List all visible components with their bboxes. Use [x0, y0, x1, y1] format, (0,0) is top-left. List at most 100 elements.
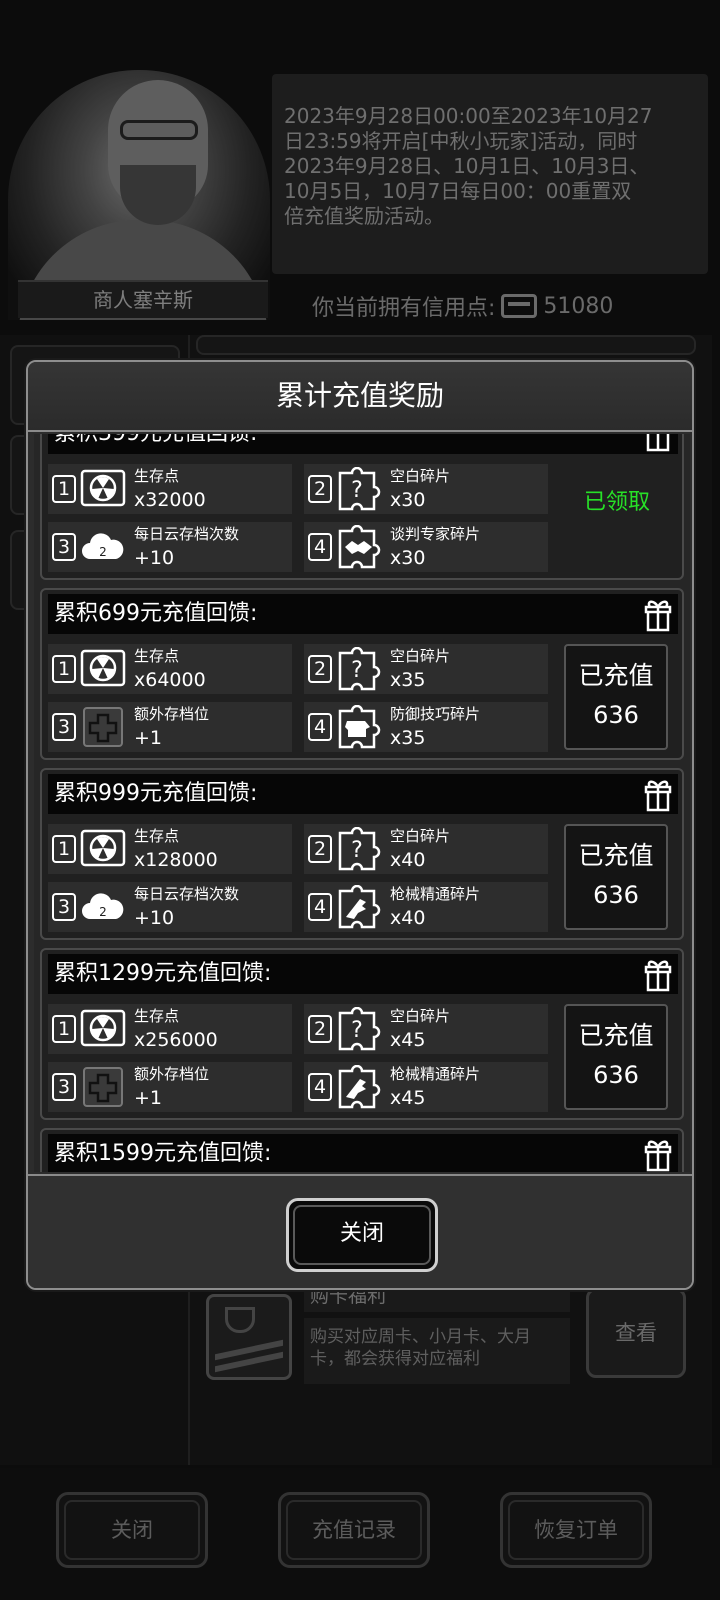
gift-icon[interactable]	[644, 434, 672, 452]
gun-puzzle-icon	[338, 885, 381, 929]
blank-puzzle-icon: ?	[338, 467, 381, 511]
item-quantity: +10	[134, 907, 175, 929]
credit-card-icon	[501, 294, 538, 318]
credit-display: 你当前拥有信用点: 51080	[312, 290, 613, 322]
plus-slot-icon	[83, 707, 123, 747]
svg-text:?: ?	[351, 658, 363, 683]
item-name: 谈判专家碎片	[390, 525, 481, 543]
svg-text:?: ?	[351, 838, 363, 863]
notice-line: 日23:59将开启[中秋小玩家]活动，同时	[284, 129, 638, 153]
cloud-save-icon: 2	[82, 533, 124, 559]
claimed-status: 已领取	[583, 490, 650, 515]
item-quantity: +1	[134, 1087, 163, 1109]
item-index: 2	[308, 1015, 332, 1043]
item-index: 2	[308, 835, 332, 863]
tier-card: 累积1299元充值回馈: 1 生存点 x256000 2 ? 空白碎片 x45 …	[40, 948, 684, 1120]
item-quantity: x256000	[134, 1029, 218, 1051]
item-quantity: +1	[134, 727, 163, 749]
view-button[interactable]: 查看	[586, 1288, 686, 1378]
item-name: 枪械精通碎片	[390, 885, 481, 903]
item-index: 2	[308, 655, 332, 683]
reward-item: 4 谈判专家碎片 x30	[304, 522, 548, 572]
blank-puzzle-icon: ?	[338, 1007, 381, 1051]
item-name: 额外存档位	[134, 1065, 210, 1083]
recharge-history-button[interactable]: 充值记录	[278, 1492, 430, 1568]
item-index: 3	[52, 533, 76, 561]
reward-item: 3 2 每日云存档次数 +10	[48, 882, 292, 932]
item-index: 3	[52, 713, 76, 741]
defense-puzzle-icon	[338, 705, 381, 749]
modal-footer: 关闭	[28, 1174, 692, 1288]
status-amount: 636	[593, 881, 639, 909]
reward-item: 2 ? 空白碎片 x45	[304, 1004, 548, 1054]
svg-text:?: ?	[351, 1018, 363, 1043]
reward-item: 1 生存点 x128000	[48, 824, 292, 874]
item-index: 1	[52, 475, 76, 503]
reward-item: 4 防御技巧碎片 x35	[304, 702, 548, 752]
tier-card: 累积1599元充值回馈:	[40, 1128, 684, 1172]
item-name: 每日云存档次数	[134, 885, 240, 903]
item-name: 额外存档位	[134, 705, 210, 723]
item-index: 4	[308, 533, 332, 561]
tier-title: 累积399元充值回馈:	[54, 434, 257, 454]
item-quantity: x30	[390, 547, 426, 569]
tier-header: 累积1599元充值回馈:	[48, 1134, 678, 1172]
item-quantity: x45	[390, 1087, 426, 1109]
radiation-icon	[80, 829, 126, 867]
cumulative-recharge-modal: 累计充值奖励 累积399元充值回馈: 1 生存点 x32000 2 ? 空白碎片…	[26, 360, 694, 1290]
reward-item: 4 枪械精通碎片 x40	[304, 882, 548, 932]
status-label: 已充值	[578, 841, 654, 870]
item-index: 3	[52, 1073, 76, 1101]
reward-item: 2 ? 空白碎片 x35	[304, 644, 548, 694]
svg-text:?: ?	[351, 478, 363, 503]
status-label: 已充值	[578, 1021, 654, 1050]
notice-line: 倍充值奖励活动。	[284, 204, 444, 228]
item-name: 生存点	[134, 467, 180, 485]
restore-order-button[interactable]: 恢复订单	[500, 1492, 652, 1568]
item-quantity: x128000	[134, 849, 218, 871]
item-index: 1	[52, 835, 76, 863]
item-index: 1	[52, 655, 76, 683]
tier-card: 累积699元充值回馈: 1 生存点 x64000 2 ? 空白碎片 x35 3 …	[40, 588, 684, 760]
radiation-icon	[80, 1009, 126, 1047]
item-index: 4	[308, 713, 332, 741]
tier-card: 累积399元充值回馈: 1 生存点 x32000 2 ? 空白碎片 x30 3 …	[40, 434, 684, 580]
item-name: 枪械精通碎片	[390, 1065, 481, 1083]
svg-text:2: 2	[99, 545, 107, 559]
notice-line: 10月5日，10月7日每日00：00重置双	[284, 179, 632, 203]
item-quantity: x64000	[134, 669, 206, 691]
promo-desc-line: 购买对应周卡、小月卡、大月	[310, 1327, 531, 1347]
gift-icon[interactable]	[644, 1138, 672, 1172]
tier-title: 累积1599元充值回馈:	[54, 1141, 272, 1166]
item-quantity: x35	[390, 669, 426, 691]
tier-card: 累积999元充值回馈: 1 生存点 x128000 2 ? 空白碎片 x40 3…	[40, 768, 684, 940]
tier-header: 累积699元充值回馈:	[48, 594, 678, 634]
radiation-icon	[80, 649, 126, 687]
recharged-status: 已充值 636	[564, 824, 668, 930]
tier-list[interactable]: 累积399元充值回馈: 1 生存点 x32000 2 ? 空白碎片 x30 3 …	[34, 434, 690, 1172]
gift-icon[interactable]	[644, 598, 672, 632]
radiation-icon	[80, 469, 126, 507]
item-name: 空白碎片	[390, 467, 451, 485]
reward-item: 1 生存点 x64000	[48, 644, 292, 694]
gift-icon[interactable]	[644, 958, 672, 992]
bottom-close-button[interactable]: 关闭	[56, 1492, 208, 1568]
promo-desc-line: 卡，都会获得对应福利	[310, 1349, 480, 1369]
status-label: 已充值	[578, 661, 654, 690]
handshake-puzzle-icon	[338, 525, 381, 569]
gift-icon[interactable]	[644, 778, 672, 812]
item-quantity: +10	[134, 547, 175, 569]
close-button[interactable]: 关闭	[286, 1198, 438, 1272]
reward-item: 3 额外存档位 +1	[48, 1062, 292, 1112]
notice-line: 2023年9月28日、10月1日、10月3日、	[284, 154, 650, 178]
item-index: 3	[52, 893, 76, 921]
card-benefit-panel: 购卡福利 购买对应周卡、小月卡、大月 卡，都会获得对应福利 查看	[196, 1280, 700, 1400]
modal-title: 累计充值奖励	[28, 362, 692, 432]
item-quantity: x40	[390, 907, 426, 929]
notice-line: 2023年9月28日00:00至2023年10月27	[284, 104, 653, 128]
blank-puzzle-icon: ?	[338, 647, 381, 691]
merchant-name: 商人塞辛斯	[18, 280, 268, 318]
item-name: 空白碎片	[390, 647, 451, 665]
gun-puzzle-icon	[338, 1065, 381, 1109]
tier-header: 累积399元充值回馈:	[48, 434, 678, 454]
